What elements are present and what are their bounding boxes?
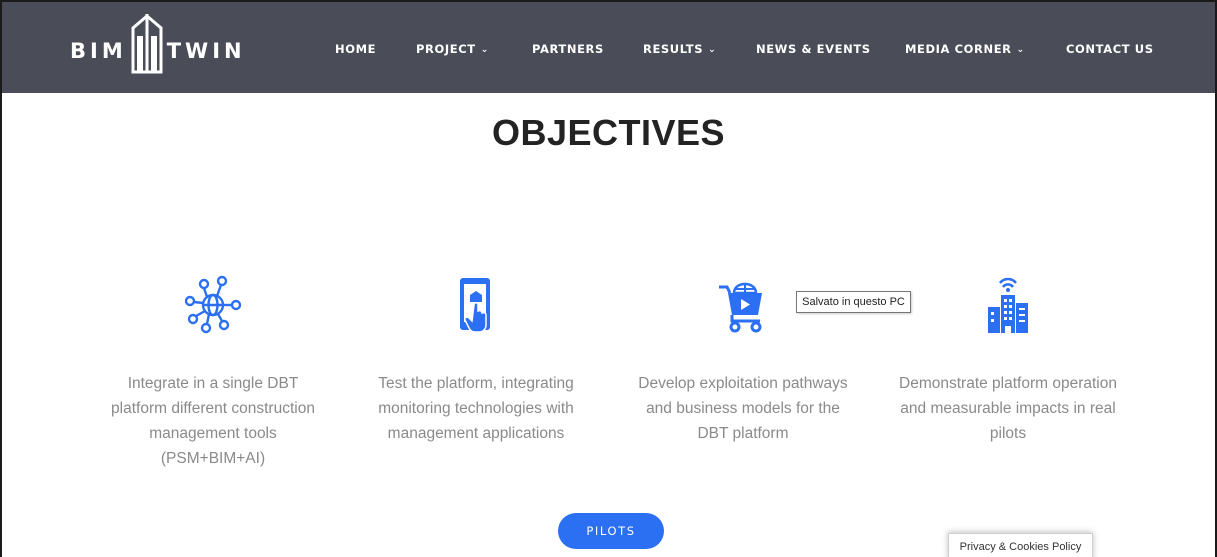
nav-item-media-corner[interactable]: MEDIA CORNER ⌄: [905, 42, 1025, 56]
privacy-cookies-badge[interactable]: Privacy & Cookies Policy: [948, 533, 1093, 557]
shopping-cart-play-icon: [719, 282, 762, 333]
nav-item-results[interactable]: RESULTS ⌄: [643, 42, 716, 56]
objective-icon-wrapper: [366, 275, 586, 335]
objective-text: Demonstrate platform operation and measu…: [899, 375, 1117, 442]
nav-item-contact-us[interactable]: CONTACT US: [1066, 42, 1154, 56]
nav-item-project[interactable]: PROJECT ⌄: [416, 42, 489, 56]
objective-text: Integrate in a single DBT platform diffe…: [111, 375, 315, 467]
objective-text: Test the platform, integrating monitorin…: [378, 375, 574, 442]
save-tooltip: Salvato in questo PC: [796, 291, 911, 313]
nav-item-home[interactable]: HOME: [335, 42, 376, 56]
chevron-down-icon: ⌄: [708, 45, 717, 55]
smart-building-icon: [988, 277, 1028, 333]
chevron-down-icon: ⌄: [1016, 45, 1025, 55]
objective-icon-wrapper: [103, 275, 323, 335]
nav-item-label: CONTACT US: [1066, 42, 1154, 56]
nav-item-label: MEDIA CORNER: [905, 42, 1012, 56]
nav-item-news-events[interactable]: NEWS & EVENTS: [756, 42, 871, 56]
nav-item-label: HOME: [335, 42, 377, 56]
objective-item: Integrate in a single DBT platform diffe…: [103, 275, 323, 471]
objective-item: Test the platform, integrating monitorin…: [366, 275, 586, 446]
pilots-button[interactable]: PILOTS: [558, 513, 664, 549]
objective-icon-wrapper: [898, 275, 1118, 335]
site-header: BIM TWIN HOME PROJECT ⌄ PARTNERS RESULTS ⌄…: [2, 2, 1215, 93]
chevron-down-icon: ⌄: [480, 45, 489, 55]
nav-item-label: NEWS & EVENTS: [756, 42, 871, 56]
network-hub-icon: [184, 275, 242, 334]
nav-item-label: RESULTS: [643, 42, 704, 56]
nav-item-label: PROJECT: [416, 42, 476, 56]
nav-item-partners[interactable]: PARTNERS: [532, 42, 604, 56]
objective-text: Develop exploitation pathways and busine…: [638, 375, 848, 442]
nav-item-label: PARTNERS: [532, 42, 604, 56]
touchscreen-tablet-icon: [460, 278, 490, 333]
page-title: OBJECTIVES: [491, 112, 726, 153]
objective-item: Demonstrate platform operation and measu…: [898, 275, 1118, 446]
main-nav: HOME PROJECT ⌄ PARTNERS RESULTS ⌄ NEWS & E…: [2, 2, 1215, 93]
